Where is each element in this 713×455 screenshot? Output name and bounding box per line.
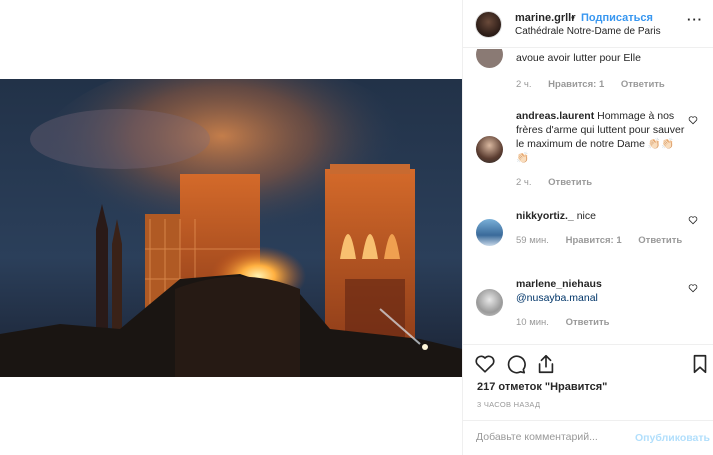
post-photo-notre-dame-fire[interactable]: [0, 79, 462, 377]
comment-body: nice: [576, 210, 596, 222]
post-location[interactable]: Cathédrale Notre-Dame de Paris: [515, 26, 661, 37]
commenter-avatar[interactable]: [476, 219, 503, 246]
comment-mention-link[interactable]: @nusayba.manal: [516, 292, 598, 304]
photo-illustration: [0, 79, 462, 377]
follow-button[interactable]: Подписаться: [581, 12, 653, 24]
comment-time[interactable]: 59 мин.: [516, 235, 549, 246]
publish-button[interactable]: Опубликовать: [635, 432, 710, 444]
share-icon[interactable]: [535, 353, 557, 375]
heart-icon[interactable]: [474, 353, 496, 375]
comment-like-heart-icon[interactable]: [688, 115, 698, 125]
comment-time[interactable]: 2 ч.: [516, 79, 532, 90]
comment-time[interactable]: 10 мин.: [516, 317, 549, 328]
more-options-button[interactable]: ···: [687, 12, 703, 27]
commenter-avatar[interactable]: [476, 49, 503, 68]
comment-likes-count[interactable]: Нравится: 1: [566, 235, 622, 246]
bookmark-icon[interactable]: [689, 353, 711, 375]
post-timestamp[interactable]: 3 ЧАСОВ НАЗАД: [477, 400, 540, 409]
author-avatar[interactable]: [475, 11, 502, 38]
comment-bubble-icon[interactable]: [505, 353, 527, 375]
post-actions: 217 отметок "Нравится" 3 ЧАСОВ НАЗАД Опу…: [463, 344, 713, 455]
commenter-username[interactable]: nikkyortiz._: [516, 210, 574, 222]
commenter-avatar[interactable]: [476, 136, 503, 163]
comment-text: avoue avoir lutter pour Elle: [516, 51, 686, 65]
comment-like-heart-icon[interactable]: [688, 283, 698, 293]
reply-button[interactable]: Ответить: [621, 79, 665, 90]
reply-button[interactable]: Ответить: [638, 235, 682, 246]
reply-button[interactable]: Ответить: [548, 177, 592, 188]
comment-like-heart-icon[interactable]: [688, 215, 698, 225]
comment-text: marlene_niehaus @nusayba.manal: [516, 277, 686, 305]
comment-text: andreas.laurent Hommage à nos frères d'a…: [516, 109, 686, 165]
comment-body: avoue avoir lutter pour Elle: [516, 52, 641, 64]
commenter-username[interactable]: andreas.laurent: [516, 110, 594, 122]
reply-button[interactable]: Ответить: [566, 317, 610, 328]
commenter-avatar[interactable]: [476, 289, 503, 316]
add-comment-bar: Опубликовать: [463, 420, 713, 455]
commenter-username[interactable]: marlene_niehaus: [516, 278, 602, 290]
comment-meta: 59 мин. Нравится: 1 Ответить: [516, 235, 696, 246]
add-comment-input[interactable]: [476, 431, 626, 443]
likes-count[interactable]: 217 отметок "Нравится": [477, 381, 607, 393]
comment-likes-count[interactable]: Нравится: 1: [548, 79, 604, 90]
post-header: marine.grllr • Подписаться Cathédrale No…: [463, 0, 713, 48]
comment-time[interactable]: 2 ч.: [516, 177, 532, 188]
comment-text: nikkyortiz._ nice: [516, 209, 686, 223]
comments-list[interactable]: avoue avoir lutter pour Elle 2 ч. Нравит…: [463, 49, 713, 344]
header-separator: •: [571, 12, 575, 24]
comment-meta: 2 ч. Нравится: 1 Ответить: [516, 79, 679, 90]
comment-meta: 2 ч. Ответить: [516, 177, 606, 188]
post-media-pane: [0, 0, 462, 455]
post-sidebar: marine.grllr • Подписаться Cathédrale No…: [462, 0, 713, 455]
comment-meta: 10 мин. Ответить: [516, 317, 623, 328]
author-username[interactable]: marine.grllr: [515, 12, 576, 24]
